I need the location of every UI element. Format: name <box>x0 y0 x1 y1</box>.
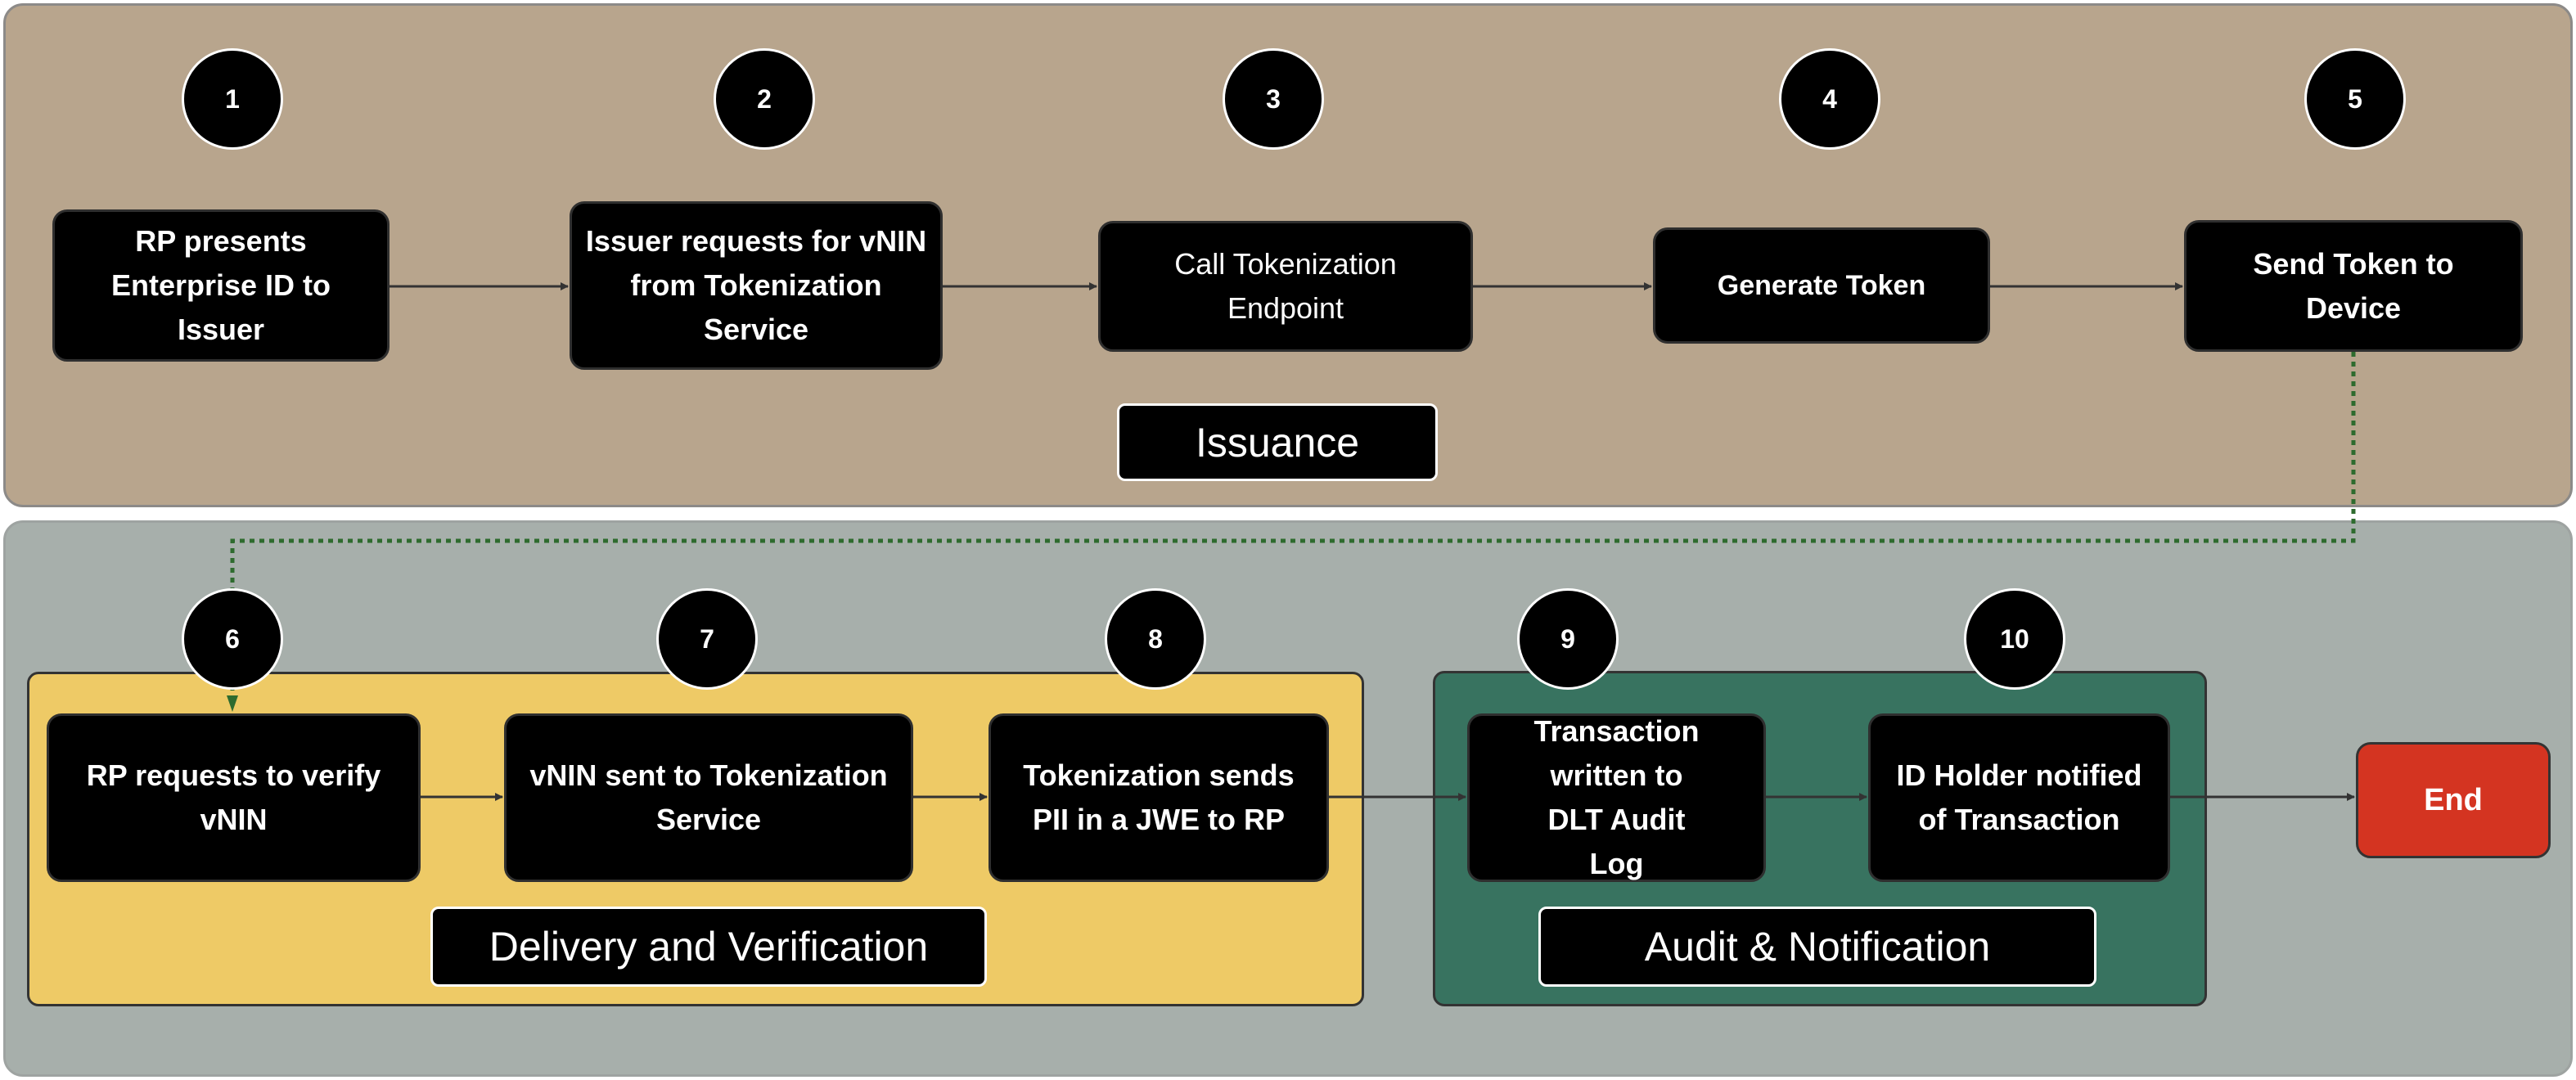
phase-label-issuance: Issuance <box>1117 403 1438 481</box>
step-node-5: Send Token to Device <box>2184 220 2523 352</box>
step-badge-1: 1 <box>182 48 283 150</box>
step-node-2: Issuer requests for vNIN from Tokenizati… <box>570 201 943 370</box>
step-badge-8: 8 <box>1105 588 1206 690</box>
step-node-4: Generate Token <box>1653 227 1990 344</box>
step-badge-10: 10 <box>1964 588 2065 690</box>
step-badge-3: 3 <box>1223 48 1324 150</box>
step-node-8: Tokenization sends PII in a JWE to RP <box>989 713 1329 882</box>
step-node-10: ID Holder notified of Transaction <box>1868 713 2170 882</box>
phase-label-audit: Audit & Notification <box>1538 907 2096 987</box>
step-node-6: RP requests to verify vNIN <box>47 713 421 882</box>
step-node-1: RP presents Enterprise ID to Issuer <box>52 209 390 362</box>
end-node: End <box>2356 742 2551 858</box>
step-node-9: Transaction written to DLT Audit Log <box>1467 713 1766 882</box>
step-badge-2: 2 <box>714 48 815 150</box>
step-badge-4: 4 <box>1779 48 1880 150</box>
step-badge-5: 5 <box>2304 48 2406 150</box>
phase-label-delivery: Delivery and Verification <box>430 907 987 987</box>
step-badge-9: 9 <box>1517 588 1619 690</box>
step-node-3: Call Tokenization Endpoint <box>1098 221 1473 352</box>
step-badge-7: 7 <box>656 588 758 690</box>
step-node-7: vNIN sent to Tokenization Service <box>504 713 913 882</box>
step-badge-6: 6 <box>182 588 283 690</box>
